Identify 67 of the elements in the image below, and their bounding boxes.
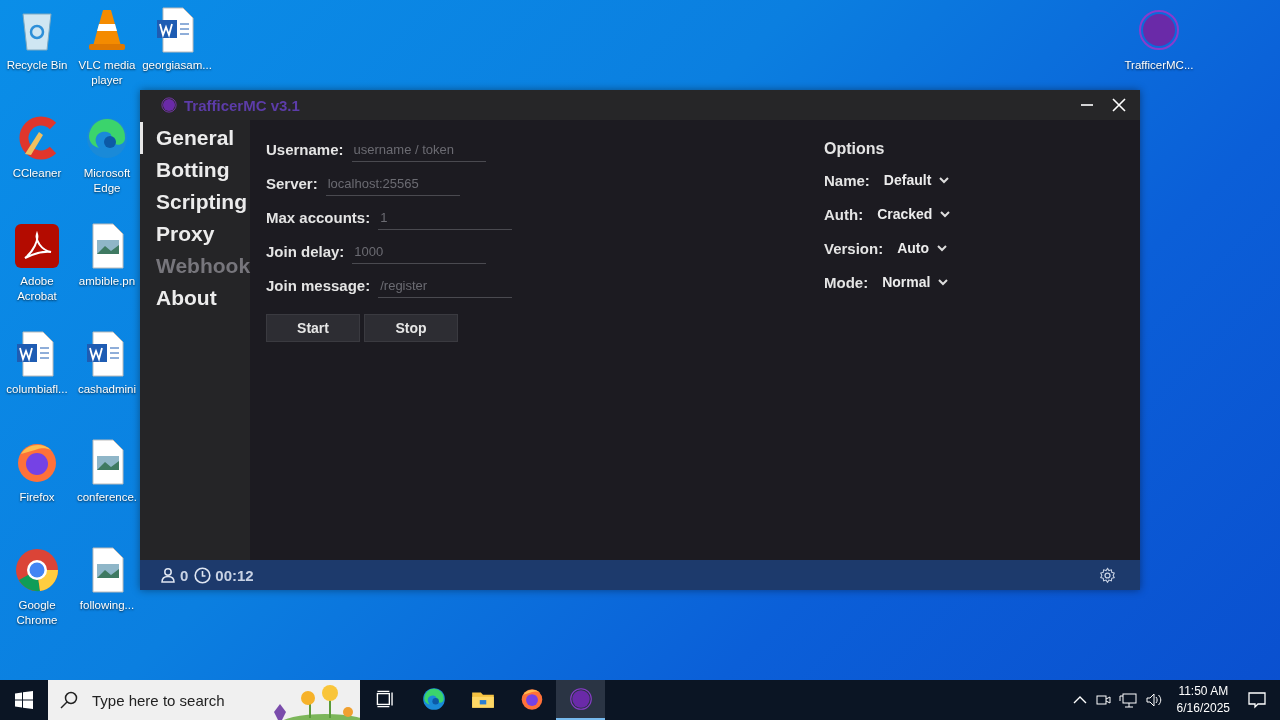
field-label: Join delay:: [266, 243, 345, 262]
chevron-down-icon: [939, 176, 950, 184]
taskbar-app[interactable]: [556, 680, 605, 720]
settings-icon: [1098, 566, 1116, 584]
desktop-icon-label[interactable]: CCleaner: [12, 166, 62, 181]
desktop-icon-label[interactable]: following...: [79, 598, 135, 613]
close-icon: [1112, 98, 1126, 112]
input-field[interactable]: username / token: [351, 138, 486, 162]
search-field[interactable]: Type here to search: [90, 690, 254, 710]
app-logo-icon: [567, 686, 594, 712]
sidebar-tab[interactable]: General: [140, 122, 250, 154]
field-label: Server:: [266, 175, 318, 194]
desktop-icon-label[interactable]: cashadmini: [77, 382, 137, 397]
desktop-icon-label[interactable]: Firefox: [19, 490, 55, 505]
pdf-icon: [13, 222, 61, 270]
option-label: Version:: [824, 239, 884, 257]
clock-time[interactable]: 11:50 AM: [1178, 683, 1229, 700]
stop-button[interactable]: Stop: [364, 314, 458, 342]
input-field[interactable]: localhost:25565: [325, 172, 460, 196]
option-label: Auth:: [824, 205, 864, 223]
options-heading: Options: [824, 140, 886, 158]
desktop-icon-label[interactable]: VLC media player: [72, 58, 142, 88]
chevron-down-icon: [937, 244, 948, 252]
input-field[interactable]: 1000: [352, 240, 487, 264]
search-icon: [60, 691, 78, 709]
window-title: TrafficerMC v3.1: [184, 96, 300, 114]
field-label: Join message:: [266, 277, 371, 296]
network-icon: [1118, 692, 1137, 708]
desktop-icon-label[interactable]: conference.: [76, 490, 138, 505]
chrome-icon: [13, 546, 61, 594]
chat-bubble-icon: [1247, 690, 1267, 710]
option-label: Mode:: [824, 273, 869, 291]
dropdown[interactable]: Normal: [878, 274, 953, 290]
clock-icon: [194, 566, 212, 584]
dropdown[interactable]: Auto: [893, 240, 952, 256]
camera-icon: [1094, 692, 1111, 708]
field-label: Max accounts:: [266, 209, 371, 228]
chevron-down-icon: [940, 210, 951, 218]
windows-logo-icon: [15, 691, 33, 709]
desktop-icon-label[interactable]: Adobe Acrobat: [2, 274, 72, 304]
sidebar-tab[interactable]: Proxy: [140, 218, 250, 250]
dropdown[interactable]: Cracked: [873, 206, 955, 222]
clock-date[interactable]: 6/16/2025: [1176, 700, 1230, 717]
chevron-down-icon: [938, 278, 949, 286]
option-label: Name:: [824, 171, 870, 189]
elapsed-time: 00:12: [215, 566, 254, 584]
user-icon: [160, 567, 176, 583]
desktop-icon-label[interactable]: Microsoft Edge: [72, 166, 142, 196]
input-field[interactable]: /register: [378, 274, 513, 298]
sidebar-tab[interactable]: Botting: [140, 154, 250, 186]
dropdown[interactable]: Default: [879, 172, 954, 188]
field-label: Username:: [266, 141, 344, 160]
desktop-icon-label[interactable]: columbiafl...: [6, 382, 68, 397]
edge-icon: [420, 686, 447, 712]
desktop-icon-label[interactable]: Recycle Bin: [6, 58, 68, 73]
speaker-icon: [1144, 692, 1163, 708]
desktop-icon-label[interactable]: georgiasam...: [142, 58, 212, 73]
desktop-icon-label[interactable]: ambible.pn: [78, 274, 136, 289]
desktop-icon-label[interactable]: TrafficerMC...: [1124, 58, 1194, 73]
user-count: 0: [180, 566, 189, 584]
chevron-up-icon: [1072, 695, 1087, 705]
desktop-icon-label[interactable]: Google Chrome: [2, 598, 72, 628]
start-button[interactable]: Start: [266, 314, 360, 342]
input-field[interactable]: 1: [378, 206, 513, 230]
sidebar-tab[interactable]: About: [140, 282, 250, 314]
sidebar-tab[interactable]: Scripting: [140, 186, 250, 218]
app-logo-icon: [160, 96, 178, 114]
